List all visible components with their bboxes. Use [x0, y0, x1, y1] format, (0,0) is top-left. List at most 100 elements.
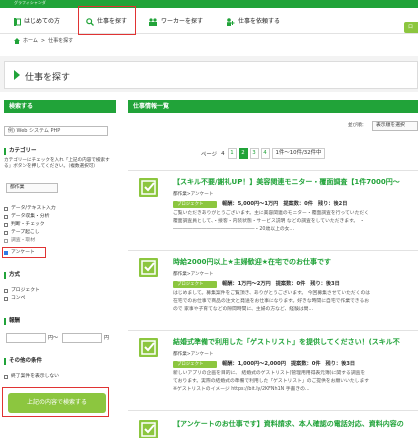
page-title: 仕事を探す: [25, 73, 71, 83]
job-title[interactable]: 結婚式準備で利用した「ゲストリスト」を提供してください！(スキル不: [173, 338, 400, 347]
job-category: 都作業>アンケート: [173, 352, 214, 357]
job-description-line: ております。実際の結婚式の準備で利用した「ゲストリスト」のご提供をお願いいたしま…: [173, 379, 370, 384]
reward-unit: 円: [104, 335, 110, 341]
checkbox[interactable]: [4, 214, 8, 219]
job-type-badge: プロジェクト: [173, 280, 217, 288]
nav-cta-button[interactable]: ロ: [404, 22, 418, 33]
job-item[interactable]: 【スキル不要/謝礼UP！】美容関連モニター・覆面調査【1件7000円〜 都作業>…: [128, 178, 418, 238]
job-proposals: 提案数：0件: [290, 361, 321, 367]
checkbox-checked[interactable]: [4, 250, 8, 255]
job-reward: 報酬：1,000円〜2,000円: [222, 361, 286, 367]
job-remaining: 残り：後3日: [310, 281, 340, 287]
checkbox-label: プロジェクト: [11, 288, 40, 293]
category-label: カテゴリー: [4, 148, 37, 155]
checkbox-label: コンペ: [11, 296, 26, 301]
category-option[interactable]: 判断・チェック: [4, 221, 45, 228]
job-meta: プロジェクト 報酬：1,000円〜2,000円 提案数：0件 残り：後3日: [173, 360, 355, 368]
job-icon: [139, 258, 158, 277]
job-proposals: 提案数：0件: [275, 281, 306, 287]
job-description-line: 覆面調査員として、・接客・内装状態・サービス説明 などの調査をしていただきます。…: [173, 219, 365, 224]
job-reward: 報酬：1万円〜2万円: [222, 281, 271, 287]
nav-label: ワーカーを探す: [161, 18, 204, 25]
job-remaining: 残り：後2日: [317, 201, 348, 207]
job-category: 都作業>アンケート: [173, 192, 214, 197]
breadcrumb: ホーム > 仕事を探す: [14, 37, 73, 45]
job-item[interactable]: 時給2000円以上★主婦歓迎★在宅でのお仕事です 都作業>アンケート プロジェク…: [128, 258, 418, 318]
list-divider: [128, 170, 418, 171]
breadcrumb-home[interactable]: ホーム: [23, 37, 38, 45]
category-select-value: 都作業: [10, 185, 25, 190]
nav-item-find-jobs[interactable]: 仕事を探す: [86, 16, 127, 28]
checkbox-label: アンケート: [11, 250, 35, 255]
person-plus-icon: [227, 18, 235, 26]
category-option[interactable]: テープ起こし: [4, 229, 40, 236]
checkbox[interactable]: [4, 230, 8, 235]
job-description: 新しいアプリの企画を目的に、 結婚式のゲストリスト(管理用用得表元簿)に関する調…: [173, 370, 418, 394]
checkbox-label: データ収集・分析: [11, 214, 50, 219]
nav-label: 仕事を依頼する: [238, 18, 281, 25]
job-description-line: ※ゲストリストのイメージ https://bit.ly/2KFNh1N 手書きの…: [173, 387, 310, 392]
sort-select[interactable]: 表示順を選択: [372, 121, 418, 131]
category-option[interactable]: データ収集・分析: [4, 213, 49, 220]
job-description-line: ―――――――――――――――――・20歳以上の女...: [173, 227, 295, 232]
job-description: はじめまして。募集案件をご覧頂き、ありがとうございます。 今回募集させていただく…: [173, 290, 418, 314]
page-title-box: 仕事を探す: [4, 61, 418, 89]
sort-label: 並び順：: [348, 123, 367, 128]
method-option[interactable]: コンペ: [4, 295, 25, 302]
job-item[interactable]: 結婚式準備で利用した「ゲストリスト」を提供してください！(スキル不 都作業>アン…: [128, 338, 418, 398]
sidebar-header: 検索する: [4, 100, 116, 113]
search-submit-button[interactable]: 上記の内容で検索する: [8, 393, 106, 413]
nav-item-post-job[interactable]: 仕事を依頼する: [226, 16, 280, 28]
category-option-survey[interactable]: アンケート: [4, 249, 35, 256]
job-type-badge: プロジェクト: [173, 360, 217, 368]
book-icon: [14, 18, 21, 26]
job-title[interactable]: 時給2000円以上★主婦歓迎★在宅でのお仕事です: [173, 258, 331, 267]
nav-label: はじめての方: [24, 18, 61, 25]
job-title[interactable]: 【アンケートのお仕事です】資料請求、本人確認の電話対応、資料内容の: [173, 420, 404, 429]
checkbox[interactable]: [4, 206, 8, 211]
checkbox[interactable]: [4, 374, 8, 379]
reward-max-input[interactable]: [62, 333, 102, 343]
nav-item-beginner[interactable]: はじめての方: [14, 16, 60, 28]
checkbox[interactable]: [4, 296, 8, 301]
category-option[interactable]: 調査・取材: [4, 237, 35, 244]
home-icon: [14, 38, 20, 44]
category-option[interactable]: データ/テキスト入力: [4, 205, 56, 212]
job-title[interactable]: 【スキル不要/謝礼UP！】美容関連モニター・覆面調査【1件7000円〜: [173, 178, 400, 187]
page-link[interactable]: 3: [249, 148, 259, 159]
checkbox[interactable]: [4, 238, 8, 243]
sort-select-value: 表示順を選択: [376, 123, 405, 128]
nav-item-find-workers[interactable]: ワーカーを探す: [148, 16, 203, 28]
other-conditions-label: その他の条件: [4, 358, 42, 365]
checkbox-label: 終了案件を表示しない: [11, 374, 59, 379]
pagination: ページ 4 1 2 3 4 1件〜10件/32件中: [200, 147, 326, 160]
page-link[interactable]: 4: [260, 148, 270, 159]
page-link[interactable]: 1: [227, 148, 237, 159]
keyword-input[interactable]: 例) Web システム PHP: [4, 126, 108, 136]
checkbox[interactable]: [4, 288, 8, 293]
job-description-line: ので 家事や子育てなどの隙間時間に、主婦の方など、経験は問...: [173, 307, 314, 312]
search-icon: [86, 18, 94, 26]
reward-label: 報酬: [4, 318, 20, 325]
job-remaining: 残り：後3日: [325, 361, 356, 367]
job-description-line: 在宅でのお仕事で商品の注文と発送をお仕事になります。好きな時間に自宅で作業できる…: [173, 299, 370, 304]
site-subtitle: グラフィシャンダ: [14, 0, 46, 5]
page-link-active[interactable]: 2: [238, 148, 248, 159]
job-proposals: 提案数：0件: [283, 201, 313, 207]
hide-closed-option[interactable]: 終了案件を表示しない: [4, 373, 59, 380]
job-meta: プロジェクト 報酬：5,000円〜1万円 提案数：0件 残り：後2日: [173, 200, 347, 208]
method-option[interactable]: プロジェクト: [4, 287, 40, 294]
job-type-badge: プロジェクト: [173, 200, 217, 208]
job-item[interactable]: 【アンケートのお仕事です】資料請求、本人確認の電話対応、資料内容の: [128, 420, 418, 438]
checkbox[interactable]: [4, 222, 8, 227]
list-divider: [128, 410, 418, 411]
reward-min-input[interactable]: [6, 333, 46, 343]
global-nav: はじめての方 仕事を探す ワーカーを探す 仕事を依頼する ロ: [0, 8, 418, 34]
category-select[interactable]: 都作業: [6, 183, 58, 193]
category-help: カテゴリーにチェックを入れ「上記の内容で検索する」ボタンを押してください。（複数…: [4, 158, 110, 169]
job-description-line: はじめまして。募集案件をご覧頂き、ありがとうございます。 今回募集させていただく…: [173, 291, 371, 296]
top-bar: グラフィシャンダ: [0, 0, 418, 8]
job-icon: [139, 338, 158, 357]
job-list-header: 仕事情報一覧: [128, 100, 418, 113]
job-category: 都作業>アンケート: [173, 272, 214, 277]
